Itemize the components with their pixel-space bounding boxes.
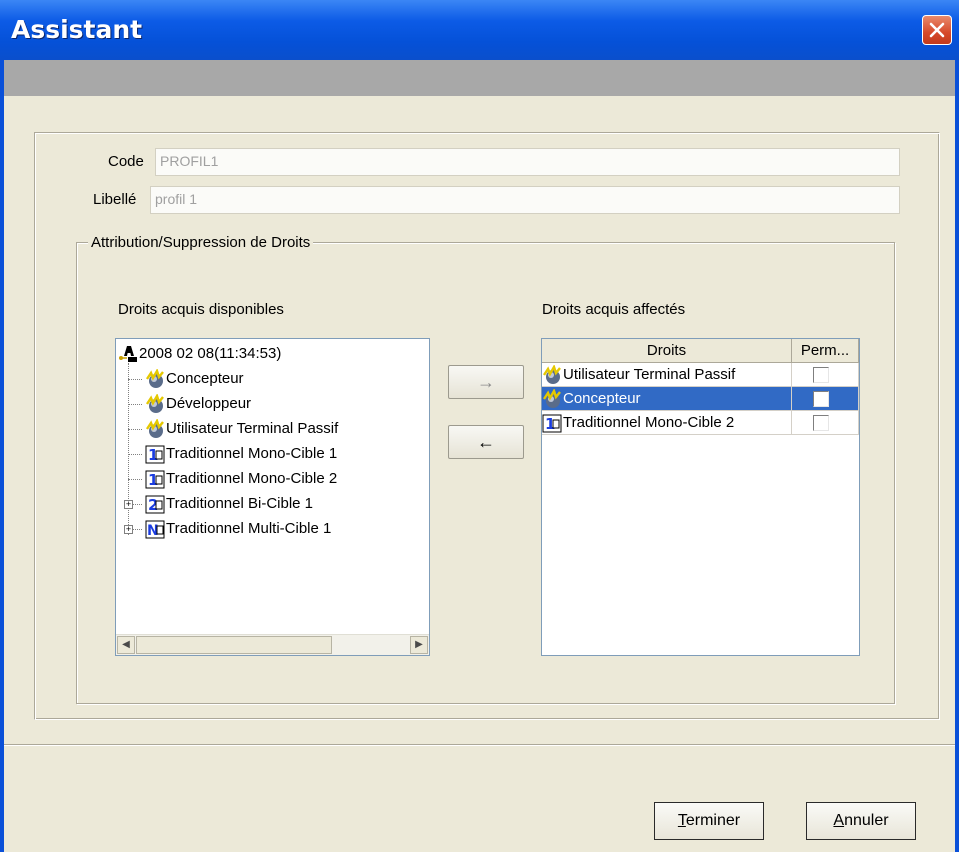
close-icon xyxy=(929,22,945,38)
row-label: Concepteur xyxy=(563,390,641,407)
role-icon xyxy=(542,364,562,385)
role-icon xyxy=(145,418,165,439)
bi-target-icon: 2 xyxy=(145,494,165,514)
add-right-button[interactable]: → xyxy=(448,365,524,399)
tree-connector xyxy=(128,404,142,405)
finish-button[interactable]: Terminer xyxy=(654,802,764,840)
column-header-perm[interactable]: Perm... xyxy=(792,339,859,363)
column-header-droits[interactable]: Droits xyxy=(542,339,792,363)
available-rights-label: Droits acquis disponibles xyxy=(118,301,284,318)
role-icon xyxy=(145,368,165,389)
tree-item-multi-cible-1[interactable]: N Traditionnel Multi-Cible 1 xyxy=(145,517,331,541)
tree-item-utilisateur-terminal-passif[interactable]: Utilisateur Terminal Passif xyxy=(145,417,338,441)
scroll-right-button[interactable]: ▶ xyxy=(410,636,428,654)
perm-checkbox[interactable] xyxy=(813,415,829,431)
tree-item-mono-cible-1[interactable]: 1 Traditionnel Mono-Cible 1 xyxy=(145,442,337,466)
mono-target-icon: 1 xyxy=(145,444,165,464)
cancel-button[interactable]: Annuler xyxy=(806,802,916,840)
tree-item-mono-cible-2[interactable]: 1 Traditionnel Mono-Cible 2 xyxy=(145,467,337,491)
role-icon xyxy=(542,388,562,409)
remove-right-button[interactable]: ← xyxy=(448,425,524,459)
dialog-client-area: Code PROFIL1 Libellé profil 1 Attributio… xyxy=(4,60,955,852)
tree-connector xyxy=(128,479,142,480)
tree-item-developpeur[interactable]: Développeur xyxy=(145,392,251,416)
multi-target-icon: N xyxy=(145,519,165,539)
table-row[interactable]: 1 Traditionnel Mono-Cible 2 xyxy=(542,411,859,435)
tree-horizontal-scrollbar[interactable]: ◀ ▶ xyxy=(116,634,429,655)
code-field[interactable]: PROFIL1 xyxy=(155,148,900,176)
row-label: Traditionnel Mono-Cible 2 xyxy=(563,414,735,431)
title-bar[interactable]: Assistant xyxy=(0,0,959,60)
tree-item-concepteur[interactable]: Concepteur xyxy=(145,367,244,391)
tree-root-label: 2008 02 08(11:34:53) xyxy=(139,345,282,362)
mono-target-icon: 1 xyxy=(542,413,562,433)
footer-separator xyxy=(4,744,955,746)
rights-group-title: Attribution/Suppression de Droits xyxy=(88,234,314,251)
perm-checkbox[interactable] xyxy=(813,391,829,407)
tree-item-bi-cible-1[interactable]: 2 Traditionnel Bi-Cible 1 xyxy=(145,492,313,516)
role-icon xyxy=(145,393,165,414)
assigned-rights-table[interactable]: Droits Perm... Utilisateur Terminal Pass… xyxy=(541,338,860,656)
row-label: Utilisateur Terminal Passif xyxy=(563,366,736,383)
available-rights-tree[interactable]: 2008 02 08(11:34:53) Concepteur Développ… xyxy=(115,338,430,656)
code-label: Code xyxy=(108,153,144,170)
table-row[interactable]: Utilisateur Terminal Passif xyxy=(542,363,859,387)
tree-root-icon xyxy=(118,344,138,364)
window-title: Assistant xyxy=(11,15,143,44)
tree-connector xyxy=(128,454,142,455)
expand-toggle-bi-cible[interactable]: + xyxy=(124,500,133,509)
scroll-left-button[interactable]: ◀ xyxy=(117,636,135,654)
mono-target-icon: 1 xyxy=(145,469,165,489)
libelle-field[interactable]: profil 1 xyxy=(150,186,900,214)
expand-toggle-multi-cible[interactable]: + xyxy=(124,525,133,534)
assigned-rights-label: Droits acquis affectés xyxy=(542,301,686,318)
header-strip xyxy=(4,60,955,96)
tree-connector xyxy=(128,363,129,535)
perm-checkbox[interactable] xyxy=(813,367,829,383)
scroll-thumb[interactable] xyxy=(136,636,332,654)
table-row[interactable]: Concepteur xyxy=(542,387,859,411)
tree-root[interactable]: 2008 02 08(11:34:53) xyxy=(118,342,281,366)
assistant-window: Assistant Code PROFIL1 Libellé profil 1 … xyxy=(0,0,959,852)
close-button[interactable] xyxy=(922,15,952,45)
tree-connector xyxy=(128,429,142,430)
tree-connector xyxy=(128,379,142,380)
libelle-label: Libellé xyxy=(93,191,137,208)
